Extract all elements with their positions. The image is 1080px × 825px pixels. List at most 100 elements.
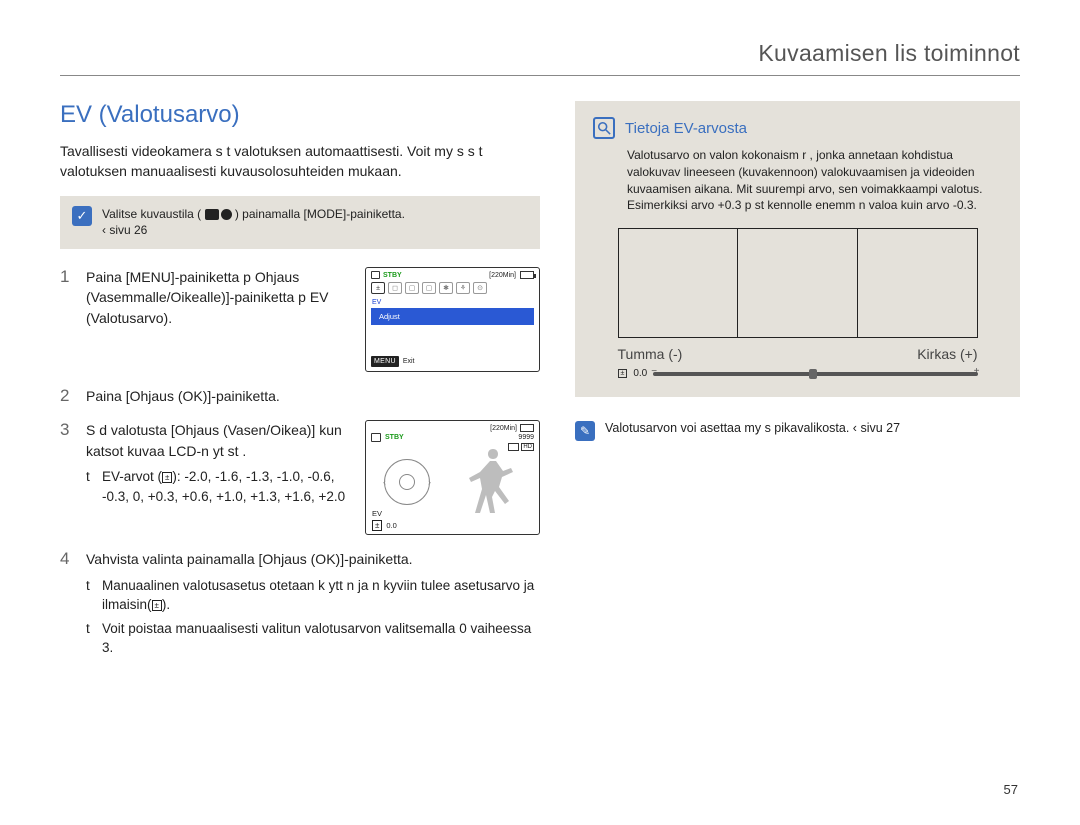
sample-mid bbox=[738, 229, 858, 337]
bright-label: Kirkas (+) bbox=[917, 346, 977, 362]
chapter-title: Kuvaamisen lis toiminnot bbox=[60, 40, 1020, 67]
ev-compensation-icon: ± bbox=[372, 520, 382, 531]
ev-slider-bar: − + bbox=[653, 372, 977, 376]
exposure-samples bbox=[618, 228, 978, 338]
step-4-text: Vahvista valinta painamalla [Ohjaus (OK)… bbox=[86, 551, 413, 567]
sample-dark bbox=[619, 229, 739, 337]
rec-time-label: [220Min] bbox=[489, 272, 516, 279]
fig1-tabs: ± ◻ ▢ ▢ ✱ ⚘ ⊙ bbox=[366, 282, 539, 297]
tab-icon: ✱ bbox=[439, 282, 453, 294]
step-4-bullets: t Manuaalinen valotusasetus otetaan k yt… bbox=[86, 576, 540, 658]
step-body: S d valotusta [Ohjaus (Vasen/Oikea)] kun… bbox=[86, 420, 353, 535]
fig1-statusbar: STBY [220Min] bbox=[366, 268, 539, 282]
step-1: 1 Paina [MENU]-painiketta p Ohjaus (Vase… bbox=[60, 267, 540, 372]
bullet-item: t Voit poistaa manuaalisesti valitun val… bbox=[86, 619, 540, 658]
check-icon: ✓ bbox=[72, 206, 92, 226]
shot-count-label: 9999 bbox=[518, 434, 534, 441]
info-heading: Tietoja EV-arvosta bbox=[593, 117, 1002, 139]
ev-slider-row: ± 0.0 − + bbox=[618, 368, 978, 379]
plus-icon: + bbox=[974, 366, 980, 377]
tab-icon: ⚘ bbox=[456, 282, 470, 294]
footnote: ✎ Valotusarvon voi asettaa my s pikavali… bbox=[575, 421, 1020, 441]
step-number: 1 bbox=[60, 267, 74, 372]
photo-mode-icon bbox=[221, 209, 232, 220]
menu-item-ev: EV bbox=[366, 297, 539, 308]
mode-note-ref: ‹ sivu 26 bbox=[102, 223, 147, 237]
nav-dial-icon: ‹ › bbox=[384, 459, 430, 505]
step-2: 2 Paina [Ohjaus (OK)]-painiketta. bbox=[60, 386, 540, 406]
arrow-right-icon: › bbox=[428, 477, 431, 487]
step-number: 4 bbox=[60, 549, 74, 658]
sd-icon bbox=[371, 271, 380, 279]
page-header: Kuvaamisen lis toiminnot bbox=[60, 40, 1020, 76]
step-3-bullets: t EV-arvot (±): -2.0, -1.6, -1.3, -1.0, … bbox=[86, 467, 353, 506]
ev-value: 0.0 bbox=[386, 521, 396, 530]
page-number: 57 bbox=[1004, 782, 1018, 797]
bullet-text: Voit poistaa manuaalisesti valitun valot… bbox=[102, 619, 540, 658]
note-icon: ✎ bbox=[575, 421, 595, 441]
tab-icon: ▢ bbox=[422, 282, 436, 294]
mode-note-text: Valitse kuvaustila ( ) painamalla [MODE]… bbox=[102, 206, 405, 240]
bullet-marker: t bbox=[86, 467, 94, 506]
right-column: Tietoja EV-arvosta Valotusarvo on valon … bbox=[575, 101, 1020, 672]
intro-text: Tavallisesti videokamera s t valotuksen … bbox=[60, 141, 540, 182]
bullet-marker: t bbox=[86, 619, 94, 658]
arrow-left-icon: ‹ bbox=[383, 477, 386, 487]
silhouette-graphic bbox=[463, 443, 523, 521]
stby-label: STBY bbox=[383, 272, 402, 279]
tab-icon: ◻ bbox=[388, 282, 402, 294]
bullet-marker: t bbox=[86, 576, 94, 615]
figure-live-view: STBY [220Min] 9999 bbox=[365, 420, 540, 535]
ev-label: EV bbox=[372, 509, 382, 518]
tab-ev-icon: ± bbox=[371, 282, 385, 294]
bullet-item: t Manuaalinen valotusasetus otetaan k yt… bbox=[86, 576, 540, 615]
exposure-scale-labels: Tumma (-) Kirkas (+) bbox=[618, 346, 978, 362]
manual-page: Kuvaamisen lis toiminnot EV (Valotusarvo… bbox=[0, 0, 1080, 825]
dark-label: Tumma (-) bbox=[618, 346, 683, 362]
exit-label: Exit bbox=[403, 358, 415, 365]
section-title: EV (Valotusarvo) bbox=[60, 101, 540, 129]
mode-note-suffix: ) painamalla [MODE]-painiketta. bbox=[235, 207, 405, 221]
info-title: Tietoja EV-arvosta bbox=[625, 120, 747, 137]
ev-compensation-icon: ± bbox=[162, 472, 172, 483]
tab-icon: ▢ bbox=[405, 282, 419, 294]
battery-icon bbox=[520, 424, 534, 432]
minus-icon: − bbox=[651, 366, 657, 377]
steps-list: 1 Paina [MENU]-painiketta p Ohjaus (Vase… bbox=[60, 267, 540, 658]
rec-time-label: [220Min] bbox=[490, 425, 517, 432]
mode-note-prefix: Valitse kuvaustila ( bbox=[102, 207, 201, 221]
menu-item-adjust: Adjust bbox=[371, 308, 534, 325]
left-column: EV (Valotusarvo) Tavallisesti videokamer… bbox=[60, 101, 540, 672]
mode-note-box: ✓ Valitse kuvaustila ( ) painamalla [MOD… bbox=[60, 196, 540, 250]
ev-compensation-icon: ± bbox=[152, 600, 162, 611]
step-number: 2 bbox=[60, 386, 74, 406]
mode-icons bbox=[205, 209, 232, 220]
bullet-ev-values: t EV-arvot (±): -2.0, -1.6, -1.3, -1.0, … bbox=[86, 467, 353, 506]
slider-knob bbox=[809, 369, 817, 379]
stby-label: STBY bbox=[385, 434, 404, 441]
info-panel: Tietoja EV-arvosta Valotusarvo on valon … bbox=[575, 101, 1020, 397]
step-body: Paina [Ohjaus (OK)]-painiketta. bbox=[86, 386, 540, 406]
step-number: 3 bbox=[60, 420, 74, 535]
step-3: 3 S d valotusta [Ohjaus (Vasen/Oikea)] k… bbox=[60, 420, 540, 535]
tab-icon: ⊙ bbox=[473, 282, 487, 294]
ev-values-prefix: EV-arvot ( bbox=[102, 469, 162, 484]
footnote-text: Valotusarvon voi asettaa my s pikavaliko… bbox=[605, 421, 900, 435]
step-body: Paina [MENU]-painiketta p Ohjaus (Vasemm… bbox=[86, 267, 353, 372]
sample-bright bbox=[858, 229, 977, 337]
ev-compensation-icon: ± bbox=[618, 369, 628, 378]
ev-bar-value: 0.0 bbox=[633, 368, 647, 379]
video-mode-icon bbox=[205, 209, 219, 220]
content-columns: EV (Valotusarvo) Tavallisesti videokamer… bbox=[60, 101, 1020, 672]
info-body: Valotusarvo on valon kokonaism r , jonka… bbox=[593, 147, 1002, 214]
magnifier-icon bbox=[593, 117, 615, 139]
step-body: Vahvista valinta painamalla [Ohjaus (OK)… bbox=[86, 549, 540, 658]
lcd-menu-figure: STBY [220Min] ± ◻ ▢ bbox=[365, 267, 540, 372]
sd-icon bbox=[371, 433, 381, 442]
step-3-text: S d valotusta [Ohjaus (Vasen/Oikea)] kun… bbox=[86, 422, 342, 458]
battery-icon bbox=[520, 271, 534, 279]
step-4: 4 Vahvista valinta painamalla [Ohjaus (O… bbox=[60, 549, 540, 658]
figure-menu-screen: STBY [220Min] ± ◻ ▢ bbox=[365, 267, 540, 372]
menu-badge-icon: MENU bbox=[371, 356, 399, 367]
lcd-live-figure: STBY [220Min] 9999 bbox=[365, 420, 540, 535]
